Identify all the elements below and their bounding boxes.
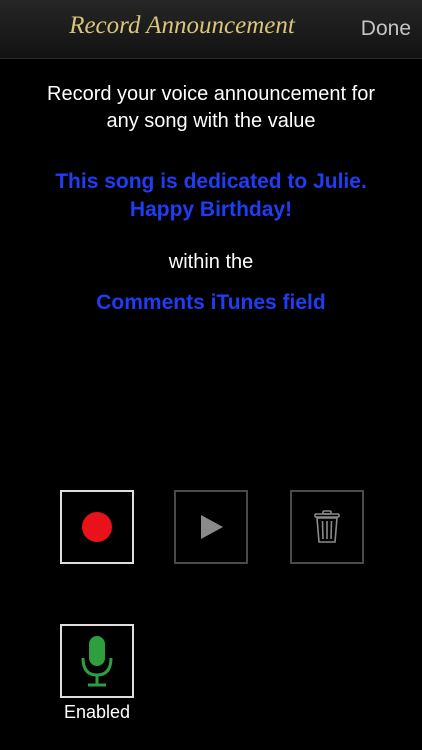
dedication-line-2: Happy Birthday! [129,198,293,221]
instruction-line-1: Record your voice announcement for [47,83,375,105]
dedication-line-1: This song is dedicated to Julie. [55,170,367,193]
microphone-icon [81,636,113,687]
within-label: within the [168,251,254,273]
dedication-value: This song is dedicated to Julie. Happy B… [10,168,412,224]
microphone-status-label: Enabled [63,702,131,722]
navigation-bar: Record Announcement Done [0,0,422,59]
trash-icon [314,510,340,543]
play-icon [201,515,223,539]
delete-button[interactable] [290,490,364,564]
field-name-label: Comments iTunes field [96,291,326,314]
record-dot-icon [82,512,112,542]
instruction-line-2: any song with the value [106,110,316,132]
microphone-button[interactable] [60,624,134,698]
done-button[interactable]: Done [361,17,411,41]
play-button[interactable] [174,490,248,564]
page-title: Record Announcement [69,12,295,39]
instruction-text: Record your voice announcement for any s… [10,81,412,135]
record-button[interactable] [60,490,134,564]
